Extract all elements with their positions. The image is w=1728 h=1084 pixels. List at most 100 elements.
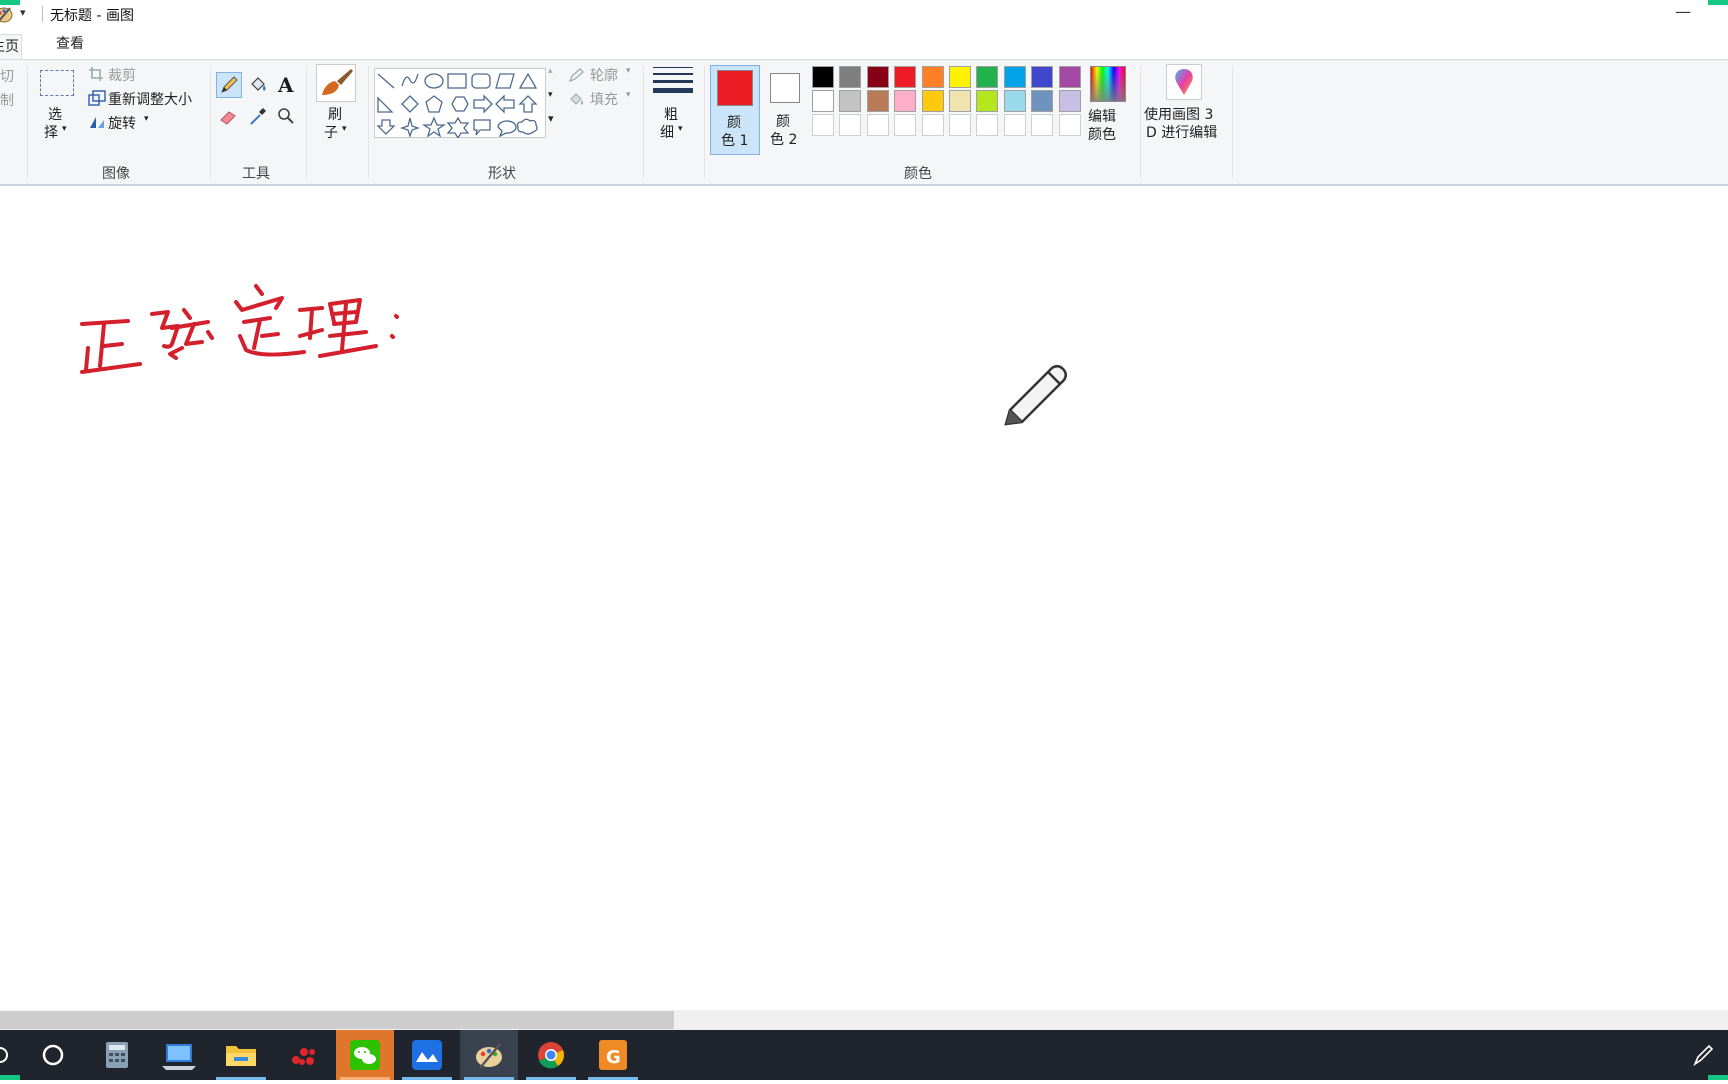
shapes-scroll-up-icon[interactable]: ▴ [548,66,553,76]
pdf-app-taskbar-button[interactable]: G [584,1030,642,1080]
horizontal-scrollbar[interactable] [0,1010,1728,1030]
palette-color-swatch[interactable] [1003,90,1026,112]
ribbon-tabs: 主页 查看 [0,28,1728,60]
custom-color-slot[interactable] [866,114,889,136]
magnifier-icon [278,108,294,124]
select-label-2: 择 [44,125,58,141]
handwritten-text [80,284,399,374]
edit-colors-button[interactable]: 编辑 颜色 [1086,64,1130,146]
custom-color-slot[interactable] [839,114,862,136]
custom-color-slot[interactable] [812,114,834,136]
feishu-taskbar-button[interactable] [398,1030,456,1080]
rotate-button[interactable]: 旋转 ▾ [86,112,166,134]
right-arrow-shape-icon [473,94,493,114]
shapes-more-icon[interactable]: ▾ [548,112,554,125]
shapes-scroll-down-icon[interactable]: ▾ [548,90,553,100]
custom-color-slot[interactable] [894,114,917,136]
chevron-down-icon: ▾ [626,90,631,100]
paint3d-label-1: 使用画图 3 [1144,107,1214,123]
palette-color-swatch[interactable] [894,66,917,88]
hexagon-shape-icon [451,96,469,112]
palette-color-swatch[interactable] [976,66,999,88]
brushes-label-2: 子 [324,125,338,141]
custom-color-slot[interactable] [921,114,944,136]
group-separator [1140,66,1141,178]
shapes-grid [376,72,538,138]
paint3d-icon [1175,69,1193,95]
color1-button[interactable]: 颜 色 1 [710,65,760,155]
fill-tool-button[interactable] [246,72,272,98]
tab-view[interactable]: 查看 [56,34,84,58]
cut-button[interactable]: 剪切 [0,66,14,86]
fill-button[interactable]: 填充 ▾ [566,88,636,110]
palette-color-swatch[interactable] [866,66,889,88]
palette-color-swatch[interactable] [1031,66,1054,88]
text-tool-button[interactable]: A [274,72,300,98]
file-explorer-taskbar-button[interactable] [212,1030,270,1080]
app-red-dots-taskbar-button[interactable] [274,1030,332,1080]
group-separator [27,66,28,178]
palette-color-swatch[interactable] [812,66,834,88]
custom-color-slot[interactable] [1003,114,1026,136]
outline-button[interactable]: 轮廓 ▾ [566,64,636,86]
eraser-tool-button[interactable] [216,104,242,130]
palette-color-swatch[interactable] [976,90,999,112]
paint-taskbar-button[interactable] [460,1030,518,1080]
rotate-label: 旋转 [108,116,136,132]
paint-app-icon[interactable] [0,4,14,24]
brushes-button[interactable]: 刷 子 ▾ [314,62,358,144]
this-pc-taskbar-button[interactable] [150,1030,208,1080]
corner-marker [0,1075,20,1080]
quick-access-dropdown-icon[interactable]: ▾ [20,6,26,19]
palette-color-swatch[interactable] [866,90,889,112]
resize-label: 重新调整大小 [108,92,192,108]
corner-marker [1708,0,1728,5]
palette-color-swatch[interactable] [949,66,971,88]
corner-marker [0,0,20,5]
select-button[interactable]: 选 择 ▾ [36,64,78,142]
tab-home[interactable]: 主页 [0,34,22,60]
resize-icon [88,90,106,106]
handwriting-layer [80,284,399,374]
calculator-taskbar-button[interactable] [88,1030,146,1080]
crop-button[interactable]: 裁剪 [86,64,166,86]
custom-color-slot[interactable] [949,114,971,136]
svg-text:G: G [606,1047,621,1068]
color-picker-tool-button[interactable] [246,104,272,130]
left-arrow-shape-icon [495,94,515,114]
palette-color-swatch[interactable] [839,90,862,112]
palette-color-swatch[interactable] [839,66,862,88]
edit-colors-label-1: 编辑 [1088,109,1116,125]
palette-color-swatch[interactable] [1058,90,1081,112]
custom-color-slot[interactable] [976,114,999,136]
chevron-down-icon: ▾ [678,124,683,134]
group-label-colors: 颜色 [904,166,932,182]
chrome-taskbar-button[interactable] [522,1030,580,1080]
color2-swatch [770,73,800,103]
palette-color-swatch[interactable] [894,90,917,112]
cortana-icon[interactable] [24,1030,82,1080]
palette-color-swatch[interactable] [812,90,834,112]
magnifier-tool-button[interactable] [274,104,300,130]
size-button[interactable]: 粗 细 ▾ [648,62,698,144]
size-label-1: 粗 [664,107,678,123]
scrollbar-thumb[interactable] [0,1011,674,1029]
palette-color-swatch[interactable] [1003,66,1026,88]
palette-color-swatch[interactable] [1031,90,1054,112]
palette-color-swatch[interactable] [1058,66,1081,88]
copy-button[interactable]: 复制 [0,90,14,110]
wechat-taskbar-button[interactable] [336,1030,394,1080]
palette-color-swatch[interactable] [921,90,944,112]
custom-color-slot[interactable] [1031,114,1054,136]
color2-button[interactable]: 颜 色 2 [764,65,806,155]
pen-tray-icon[interactable] [1690,1042,1716,1068]
resize-button[interactable]: 重新调整大小 [86,88,204,110]
palette-color-swatch[interactable] [921,66,944,88]
edit-with-paint3d-button[interactable]: 使用画图 3 D 进行编辑 [1144,62,1224,146]
drawing-canvas[interactable] [0,186,1728,1010]
computer-icon [162,1044,196,1070]
pencil-tool-button[interactable] [216,72,242,98]
palette-color-swatch[interactable] [949,90,971,112]
custom-color-slot[interactable] [1058,114,1081,136]
minimize-button[interactable]: — [1660,0,1706,28]
